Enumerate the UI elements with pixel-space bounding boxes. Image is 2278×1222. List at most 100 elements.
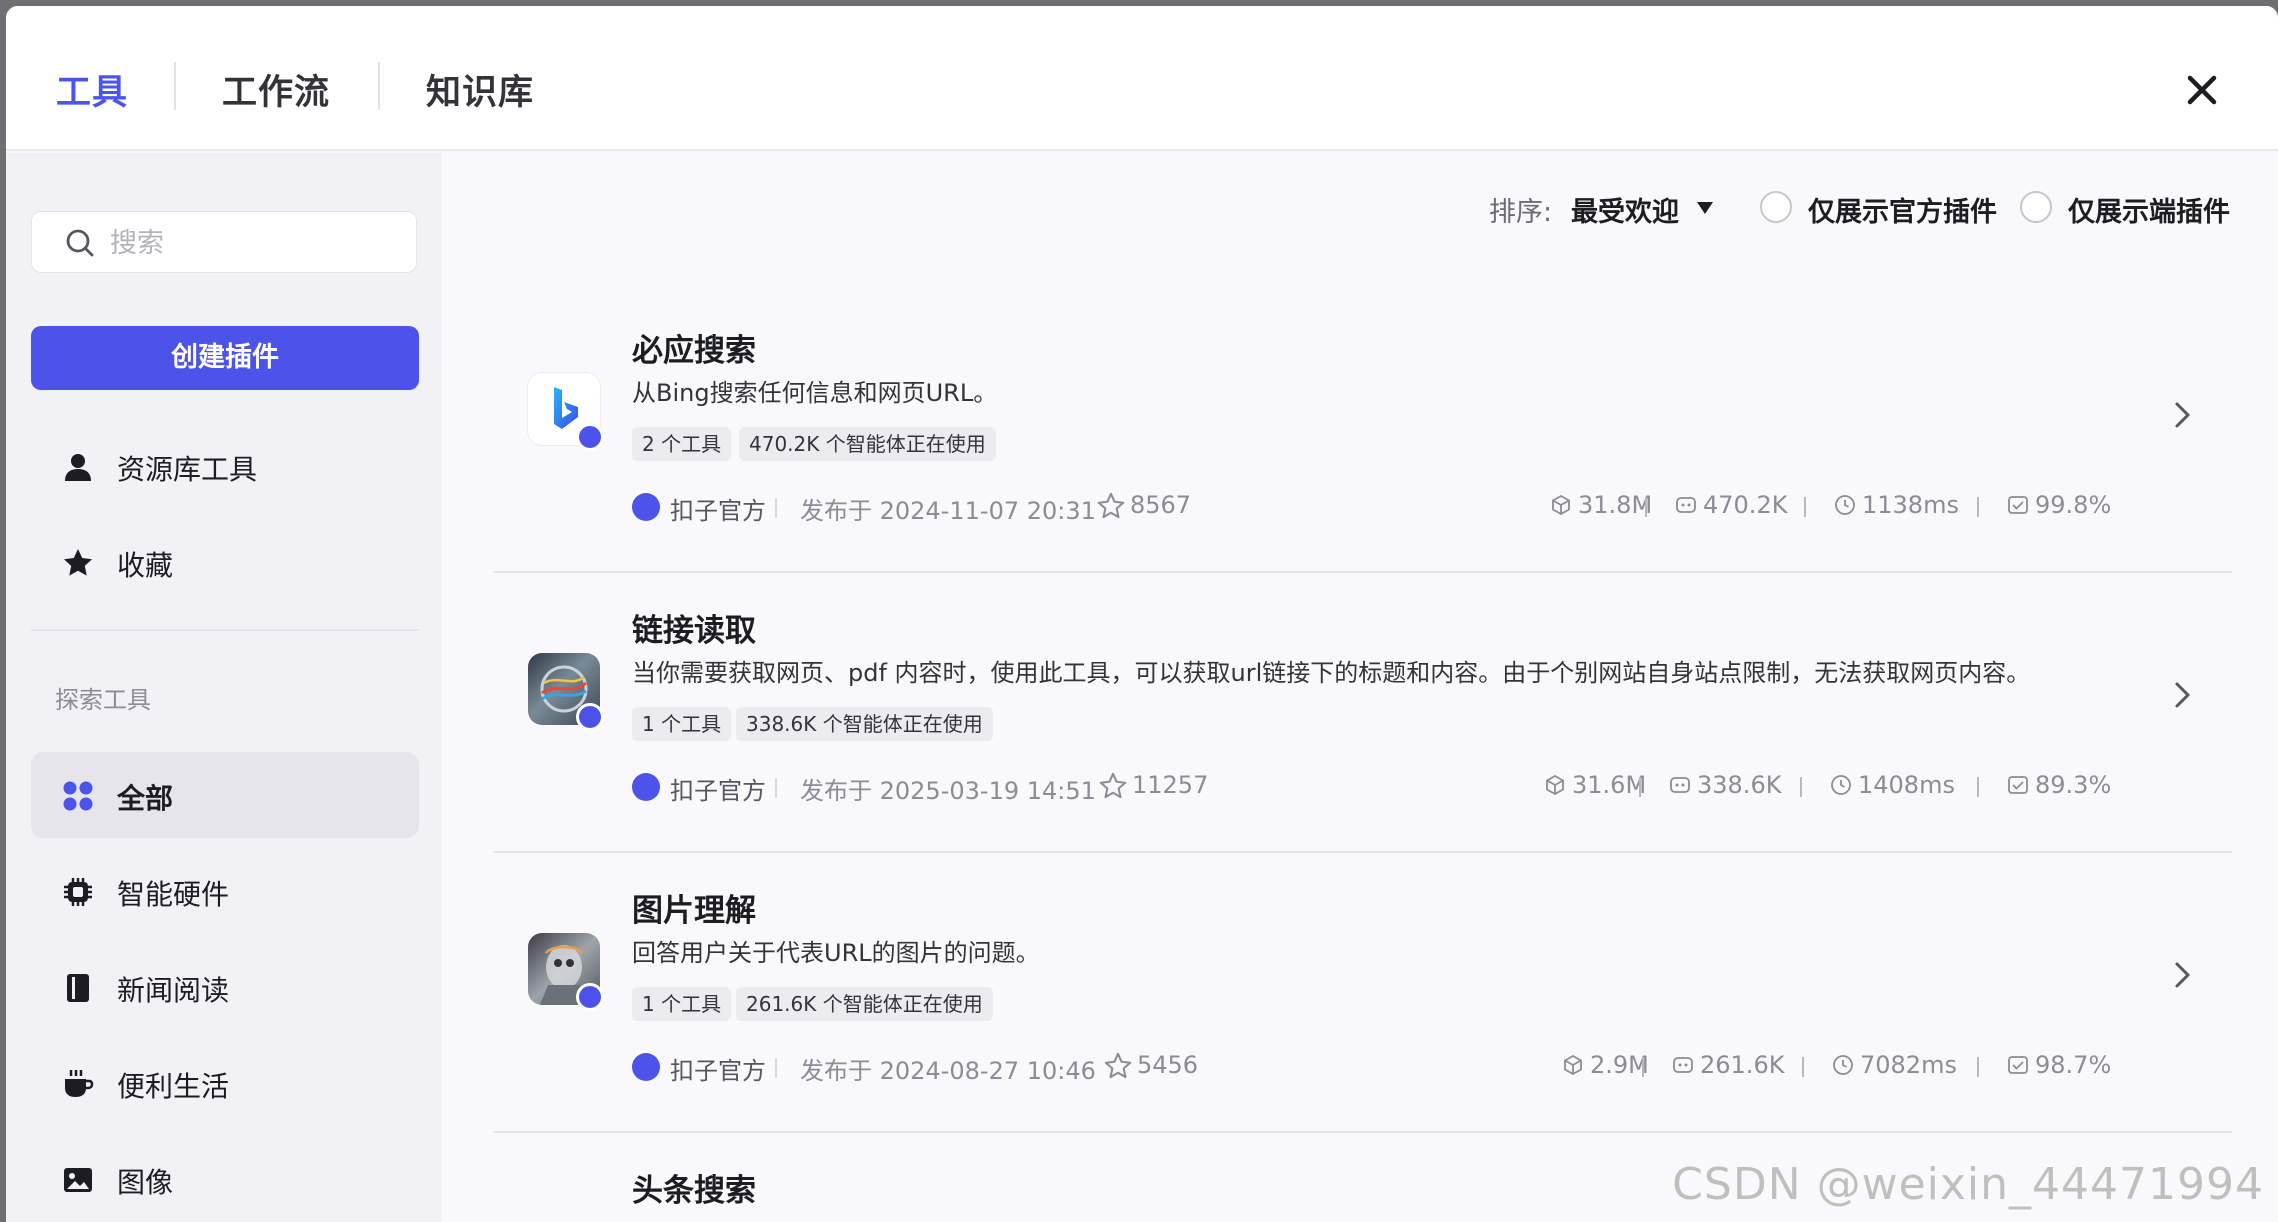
- stat-divider: [1639, 777, 1641, 797]
- meta-divider: [775, 778, 777, 798]
- clock-icon: [1835, 495, 1855, 515]
- publish-date: 发布于 2024-08-27 10:46: [800, 1057, 1096, 1085]
- image-icon: [64, 1168, 92, 1192]
- tab-workflow[interactable]: 工作流: [222, 64, 330, 115]
- plugin-meta: 扣子官方 发布于 2025-03-19 14:51 11257 31.6M 33…: [632, 769, 2111, 805]
- star-outline-icon: [1099, 772, 1127, 799]
- stat-divider: [1804, 497, 1806, 517]
- stat-divider: [1802, 1057, 1804, 1077]
- client-only-radio[interactable]: [2020, 191, 2052, 223]
- star-icon: [64, 549, 92, 576]
- clock-icon: [1831, 775, 1851, 795]
- publish-date: 发布于 2025-03-19 14:51: [800, 777, 1096, 805]
- caret-down-icon[interactable]: [1696, 201, 1714, 215]
- tool-count-tag: 2 个工具: [632, 427, 732, 461]
- plugin-card-image-understanding[interactable]: 图片理解 回答用户关于代表URL的图片的问题。 1 个工具 261.6K 个智能…: [494, 853, 2232, 1133]
- official-badge-icon: [576, 983, 604, 1011]
- star-outline-icon: [1097, 492, 1125, 519]
- stat-calls: 31.6M: [1544, 771, 1646, 799]
- chevron-right-icon[interactable]: [2170, 679, 2194, 711]
- section-title: 探索工具: [55, 686, 151, 714]
- success-icon: [2008, 776, 2028, 794]
- search-box[interactable]: [31, 211, 417, 273]
- star-outline-icon: [1104, 1052, 1132, 1079]
- plugin-meta: 扣子官方 发布于 2024-11-07 20:31 8567 31.8M 470…: [632, 489, 2111, 525]
- sidebar-item-all[interactable]: 全部: [31, 752, 419, 838]
- stat-calls: 31.8M: [1550, 491, 1652, 519]
- stat-bots: 470.2K: [1675, 491, 1787, 519]
- author-name: 扣子官方: [670, 777, 766, 805]
- bot-icon: [1676, 497, 1696, 513]
- official-only-label[interactable]: 仅展示官方插件: [1808, 190, 1997, 229]
- plugin-description: 当你需要获取网页、pdf 内容时，使用此工具，可以获取url链接下的标题和内容。…: [632, 659, 2031, 687]
- usage-tag: 261.6K 个智能体正在使用: [736, 987, 993, 1021]
- publish-date: 发布于 2024-11-07 20:31: [800, 497, 1096, 525]
- sort-label: 排序:: [1489, 197, 1553, 228]
- tool-count-tag: 1 个工具: [632, 987, 732, 1021]
- stat-divider: [1645, 497, 1647, 517]
- author-avatar-icon: [632, 773, 660, 801]
- sidebar-item-favorites[interactable]: 收藏: [31, 519, 419, 605]
- sidebar-item-label: 新闻阅读: [117, 974, 230, 1007]
- stat-divider: [1977, 1057, 1979, 1077]
- cube-icon: [1552, 494, 1570, 516]
- search-input[interactable]: [110, 222, 400, 264]
- sidebar-item-library-tools[interactable]: 资源库工具: [31, 423, 419, 509]
- grid-icon: [63, 781, 93, 811]
- watermark: CSDN @weixin_44471994: [1672, 1159, 2264, 1210]
- stat-bots: 261.6K: [1672, 1051, 1784, 1079]
- plugin-description: 回答用户关于代表URL的图片的问题。: [632, 939, 1040, 967]
- plugin-description: 从Bing搜索任何信息和网页URL。: [632, 379, 998, 407]
- sidebar: 创建插件 资源库工具 收藏 探索工具 全部: [6, 153, 442, 1222]
- plugin-title: 必应搜索: [632, 333, 756, 369]
- sidebar-item-image[interactable]: 图像: [31, 1136, 419, 1222]
- user-icon: [65, 454, 91, 481]
- sidebar-divider: [31, 629, 419, 631]
- official-only-radio[interactable]: [1760, 191, 1792, 223]
- star-count: 8567: [1130, 491, 1192, 519]
- success-icon: [2008, 1056, 2028, 1074]
- star-count: 11257: [1132, 771, 1209, 799]
- sidebar-item-life[interactable]: 便利生活: [31, 1040, 419, 1126]
- chevron-right-icon[interactable]: [2170, 959, 2194, 991]
- sidebar-item-smart-hardware[interactable]: 智能硬件: [31, 848, 419, 934]
- close-button[interactable]: [2182, 70, 2222, 110]
- sidebar-item-label: 智能硬件: [117, 878, 230, 911]
- star-count: 5456: [1137, 1051, 1199, 1079]
- sidebar-item-news[interactable]: 新闻阅读: [31, 944, 419, 1030]
- sort-dropdown[interactable]: 最受欢迎: [1571, 190, 1679, 229]
- coffee-icon: [65, 1070, 94, 1097]
- meta-divider: [775, 498, 777, 518]
- tool-count-tag: 1 个工具: [632, 707, 732, 741]
- tab-knowledge[interactable]: 知识库: [426, 64, 534, 115]
- close-icon: [2187, 75, 2217, 105]
- plugin-modal: 工具 工作流 知识库 创建插件 资源库工具: [6, 6, 2278, 1222]
- modal-header: 工具 工作流 知识库: [6, 6, 2278, 151]
- book-icon: [67, 974, 89, 1002]
- chevron-right-icon[interactable]: [2170, 399, 2194, 431]
- stat-latency: 1138ms: [1834, 491, 1959, 519]
- plugin-title: 链接读取: [632, 613, 756, 649]
- plugin-card-bing[interactable]: 必应搜索 从Bing搜索任何信息和网页URL。 2 个工具 470.2K 个智能…: [494, 293, 2232, 573]
- sidebar-item-label: 全部: [117, 782, 174, 815]
- create-plugin-button[interactable]: 创建插件: [31, 326, 419, 390]
- plugin-card-link-reader[interactable]: 链接读取 当你需要获取网页、pdf 内容时，使用此工具，可以获取url链接下的标…: [494, 573, 2232, 853]
- plugin-title: 图片理解: [632, 893, 756, 929]
- author-avatar-icon: [632, 1053, 660, 1081]
- clock-icon: [1833, 1055, 1853, 1075]
- tab-divider: [174, 62, 176, 110]
- chip-icon: [64, 878, 92, 906]
- tab-tools[interactable]: 工具: [56, 64, 128, 115]
- author-name: 扣子官方: [670, 497, 766, 525]
- stat-divider: [1977, 497, 1979, 517]
- stat-success-rate: 98.7%: [2007, 1051, 2111, 1079]
- success-icon: [2008, 496, 2028, 514]
- cube-icon: [1546, 774, 1564, 796]
- stat-success-rate: 99.8%: [2007, 491, 2111, 519]
- client-only-label[interactable]: 仅展示端插件: [2068, 190, 2230, 229]
- main-content: 排序: 最受欢迎 仅展示官方插件 仅展示端插件 必应搜索 从Bing搜索任何信息…: [442, 153, 2278, 1222]
- bot-icon: [1670, 777, 1690, 793]
- sidebar-item-label: 收藏: [117, 549, 174, 582]
- usage-tag: 338.6K 个智能体正在使用: [736, 707, 993, 741]
- official-badge-icon: [576, 703, 604, 731]
